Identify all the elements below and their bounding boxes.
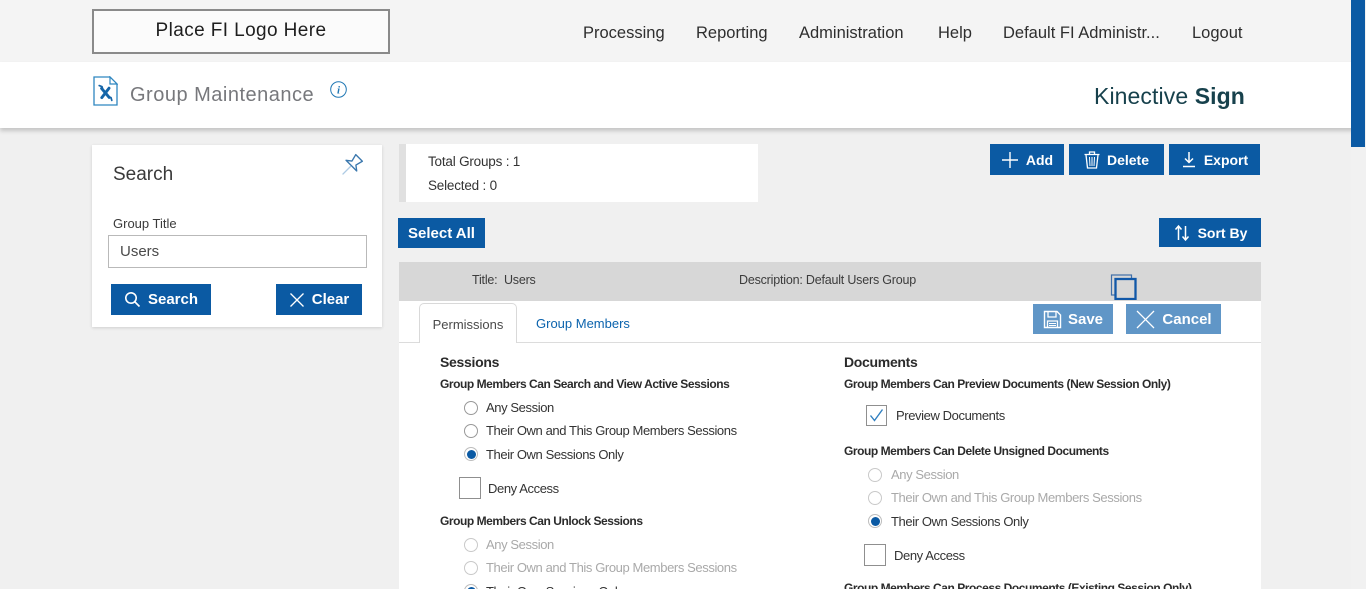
svg-text:i: i	[337, 84, 341, 96]
